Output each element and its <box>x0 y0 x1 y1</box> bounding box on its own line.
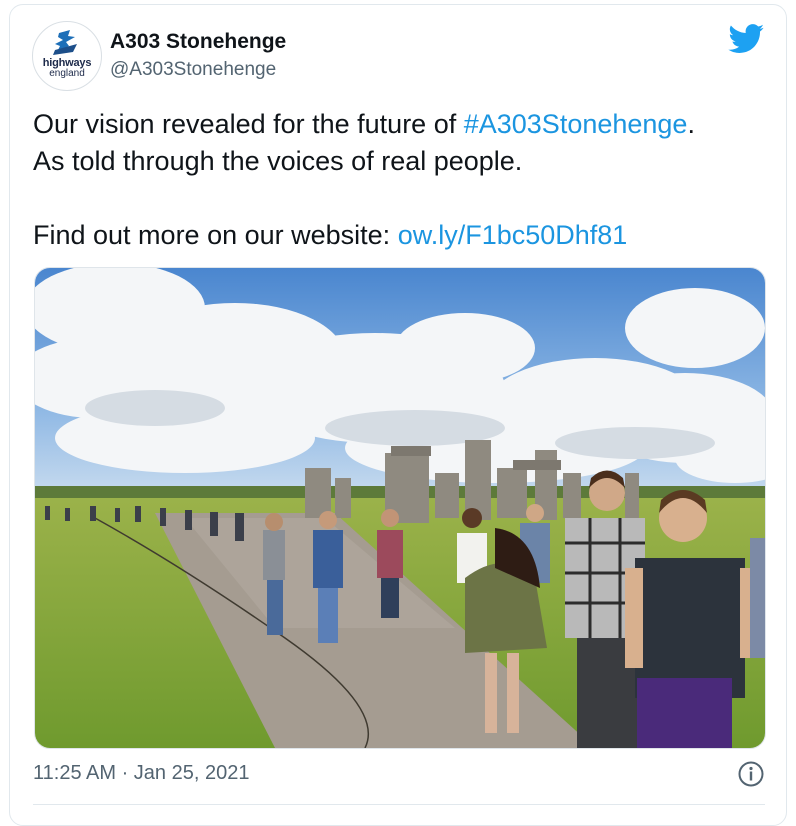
highways-england-logo-icon <box>53 30 77 55</box>
website-link[interactable]: ow.ly/F1bc50Dhf81 <box>398 220 628 250</box>
avatar[interactable]: highways england <box>32 21 102 91</box>
tweet-body: Our vision revealed for the future of #A… <box>33 106 773 254</box>
tweet-line-1: Our vision revealed for the future of #A… <box>33 106 773 143</box>
tweet-spacer <box>33 180 773 217</box>
tweet-line-1-text: Our vision revealed for the future of <box>33 109 464 139</box>
tweet-line-1-end: . <box>687 109 695 139</box>
avatar-text-line2: england <box>49 68 85 79</box>
tweet-line-2: As told through the voices of real peopl… <box>33 146 523 176</box>
account-name[interactable]: A303 Stonehenge <box>110 30 286 54</box>
twitter-bird-icon[interactable] <box>728 24 765 54</box>
hashtag-link[interactable]: #A303Stonehenge <box>464 109 688 139</box>
info-icon[interactable] <box>737 760 765 788</box>
divider <box>33 804 765 805</box>
tweet-timestamp[interactable]: 11:25 AM · Jan 25, 2021 <box>33 762 249 785</box>
stonehenge-photo-image <box>35 268 765 748</box>
account-handle[interactable]: @A303Stonehenge <box>110 59 276 81</box>
tweet-line-3-text: Find out more on our website: <box>33 220 398 250</box>
tweet-line-3: Find out more on our website: ow.ly/F1bc… <box>33 217 773 254</box>
tweet-photo[interactable] <box>34 267 766 749</box>
